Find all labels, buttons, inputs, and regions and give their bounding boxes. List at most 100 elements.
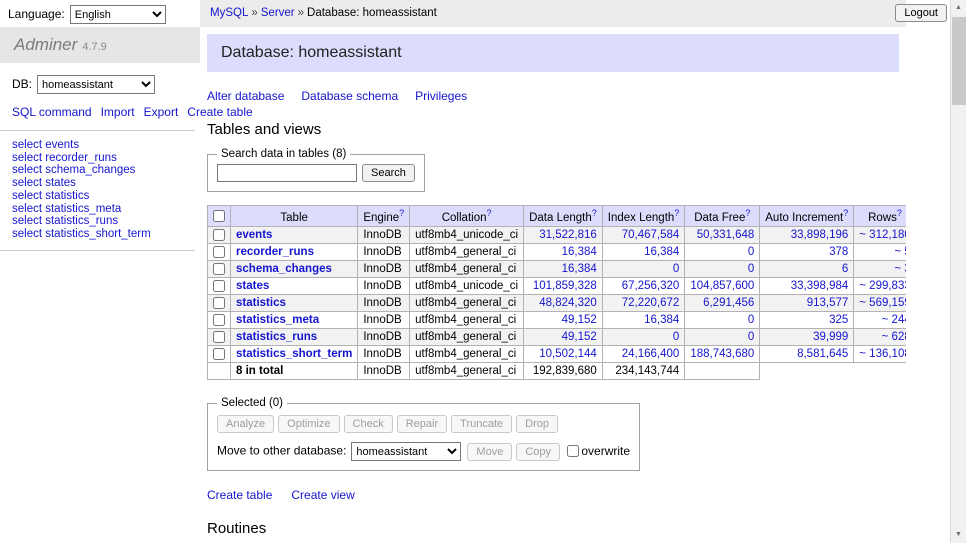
row-select-checkbox[interactable] (213, 280, 225, 292)
rows-count-link[interactable]: ~ 136,108 (859, 348, 906, 360)
sidebar-action-link[interactable]: Import (101, 105, 135, 119)
rows-count-link[interactable]: ~ 299,833 (859, 280, 906, 292)
data-length-link[interactable]: 31,522,816 (539, 229, 597, 241)
data-length-link[interactable]: 49,152 (562, 314, 597, 326)
table-name-link[interactable]: statistics (236, 297, 286, 309)
bulk-action-button[interactable]: Drop (516, 415, 558, 433)
data-length-link[interactable]: 49,152 (562, 331, 597, 343)
column-help-link[interactable]: ? (745, 208, 750, 218)
scrollbar-thumb[interactable] (952, 17, 966, 105)
logout-button[interactable]: Logout (895, 4, 947, 22)
table-name-link[interactable]: schema_changes (236, 263, 332, 275)
table-name-link[interactable]: statistics_runs (236, 331, 317, 343)
data-free-link[interactable]: 0 (748, 263, 754, 275)
column-help-link[interactable]: ? (897, 208, 902, 218)
rows-count-link[interactable]: ~ 628 (882, 331, 906, 343)
index-length-link[interactable]: 16,384 (644, 314, 679, 326)
language-select[interactable]: English (70, 5, 166, 24)
breadcrumb-server-link[interactable]: Server (261, 7, 295, 19)
sidebar-table-link[interactable]: select statistics (12, 190, 195, 203)
index-length-link[interactable]: 16,384 (644, 246, 679, 258)
data-length-link[interactable]: 16,384 (562, 246, 597, 258)
column-help-link[interactable]: ? (486, 208, 491, 218)
row-select-checkbox[interactable] (213, 331, 225, 343)
search-input[interactable] (217, 164, 357, 182)
auto-increment-link[interactable]: 33,398,984 (791, 280, 849, 292)
search-button[interactable]: Search (362, 164, 415, 182)
sidebar-table-link[interactable]: select events (12, 139, 195, 152)
column-help-link[interactable]: ? (843, 208, 848, 218)
index-length-link[interactable]: 70,467,584 (622, 229, 680, 241)
move-db-select[interactable]: homeassistant (351, 442, 461, 461)
table-name-link[interactable]: events (236, 229, 272, 241)
bulk-action-button[interactable]: Analyze (217, 415, 274, 433)
bulk-action-button[interactable]: Optimize (278, 415, 339, 433)
rows-count-link[interactable]: ~ 312,180 (859, 229, 906, 241)
sidebar-action-link[interactable]: Export (144, 105, 179, 119)
scroll-down-icon[interactable]: ▼ (951, 527, 966, 543)
create-link[interactable]: Create table (207, 488, 272, 502)
overwrite-checkbox[interactable] (567, 445, 579, 457)
data-free-link[interactable]: 0 (748, 314, 754, 326)
rows-count-link[interactable]: ~ 3 (894, 263, 906, 275)
rows-count-link[interactable]: ~ 569,159 (859, 297, 906, 309)
breadcrumb-mysql-link[interactable]: MySQL (210, 7, 248, 19)
table-name-link[interactable]: statistics_short_term (236, 348, 352, 360)
bulk-action-button[interactable]: Check (344, 415, 393, 433)
sidebar-action-link[interactable]: SQL command (12, 105, 92, 119)
database-action-link[interactable]: Alter database (207, 89, 284, 103)
table-name-link[interactable]: statistics_meta (236, 314, 319, 326)
select-all-checkbox[interactable] (213, 210, 225, 222)
data-length-link[interactable]: 48,824,320 (539, 297, 597, 309)
bulk-action-button[interactable]: Repair (397, 415, 447, 433)
database-action-link[interactable]: Database schema (301, 89, 398, 103)
sidebar-table-link[interactable]: select statistics_short_term (12, 228, 195, 241)
rows-count-link[interactable]: ~ 244 (882, 314, 906, 326)
bulk-action-button[interactable]: Truncate (451, 415, 512, 433)
row-select-checkbox[interactable] (213, 297, 225, 309)
sidebar-table-link[interactable]: select schema_changes (12, 164, 195, 177)
row-select-checkbox[interactable] (213, 246, 225, 258)
data-free-link[interactable]: 0 (748, 331, 754, 343)
table-name-link[interactable]: states (236, 280, 269, 292)
db-select[interactable]: homeassistant (37, 75, 155, 94)
row-select-checkbox[interactable] (213, 314, 225, 326)
scroll-up-icon[interactable]: ▲ (951, 0, 966, 16)
database-action-link[interactable]: Privileges (415, 89, 467, 103)
index-length-link[interactable]: 0 (673, 263, 679, 275)
data-free-link[interactable]: 188,743,680 (690, 348, 754, 360)
column-help-link[interactable]: ? (399, 208, 404, 218)
data-length-link[interactable]: 10,502,144 (539, 348, 597, 360)
copy-button[interactable]: Copy (516, 443, 560, 461)
row-select-checkbox[interactable] (213, 348, 225, 360)
sidebar-table-link[interactable]: select statistics_runs (12, 215, 195, 228)
sidebar-table-link[interactable]: select statistics_meta (12, 203, 195, 216)
index-length-link[interactable]: 0 (673, 331, 679, 343)
data-free-link[interactable]: 50,331,648 (697, 229, 755, 241)
row-select-checkbox[interactable] (213, 263, 225, 275)
index-length-link[interactable]: 72,220,672 (622, 297, 680, 309)
index-length-link[interactable]: 67,256,320 (622, 280, 680, 292)
column-help-link[interactable]: ? (674, 208, 679, 218)
move-button[interactable]: Move (467, 443, 512, 461)
column-help-link[interactable]: ? (592, 208, 597, 218)
auto-increment-link[interactable]: 6 (842, 263, 848, 275)
auto-increment-link[interactable]: 39,999 (813, 331, 848, 343)
data-free-link[interactable]: 6,291,456 (703, 297, 754, 309)
adminer-logo-link[interactable]: Adminer (14, 35, 77, 54)
data-free-link[interactable]: 104,857,600 (690, 280, 754, 292)
index-length-link[interactable]: 24,166,400 (622, 348, 680, 360)
sidebar-table-link[interactable]: select recorder_runs (12, 152, 195, 165)
auto-increment-link[interactable]: 913,577 (807, 297, 849, 309)
data-length-link[interactable]: 101,859,328 (533, 280, 597, 292)
row-select-checkbox[interactable] (213, 229, 225, 241)
table-name-link[interactable]: recorder_runs (236, 246, 314, 258)
create-link[interactable]: Create view (291, 488, 354, 502)
auto-increment-link[interactable]: 378 (829, 246, 848, 258)
rows-count-link[interactable]: ~ 5 (894, 246, 906, 258)
data-free-link[interactable]: 0 (748, 246, 754, 258)
overwrite-label[interactable]: overwrite (581, 444, 630, 458)
data-length-link[interactable]: 16,384 (562, 263, 597, 275)
auto-increment-link[interactable]: 325 (829, 314, 848, 326)
sidebar-table-link[interactable]: select states (12, 177, 195, 190)
